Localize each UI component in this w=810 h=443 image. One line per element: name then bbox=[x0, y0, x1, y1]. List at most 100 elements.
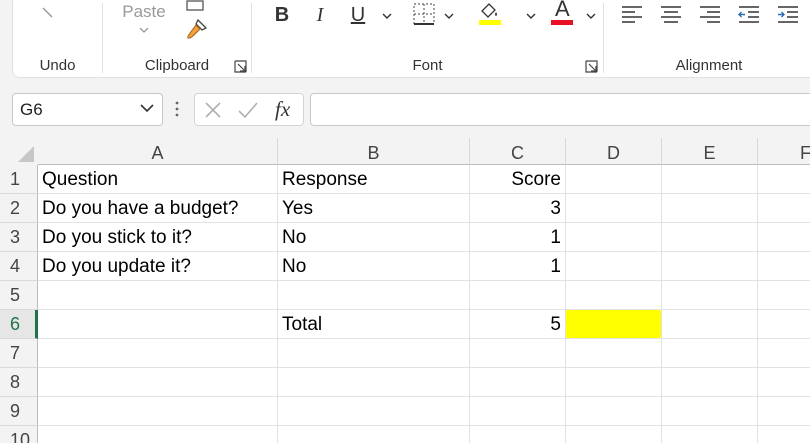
cell-a3[interactable]: Do you stick to it? bbox=[38, 223, 278, 252]
cell-c5[interactable] bbox=[470, 281, 566, 310]
align-left-button[interactable] bbox=[620, 3, 644, 25]
cell-e8[interactable] bbox=[662, 368, 758, 397]
cell-f4[interactable] bbox=[758, 252, 810, 281]
cell-a7[interactable] bbox=[38, 339, 278, 368]
cell-a10[interactable] bbox=[38, 426, 278, 443]
underline-button[interactable]: U bbox=[346, 3, 370, 27]
cell-b2[interactable]: Yes bbox=[278, 194, 470, 223]
cell-e4[interactable] bbox=[662, 252, 758, 281]
cell-e2[interactable] bbox=[662, 194, 758, 223]
cell-d9[interactable] bbox=[566, 397, 662, 426]
row-header-4[interactable]: 4 bbox=[0, 252, 38, 281]
row-header-8[interactable]: 8 bbox=[0, 368, 38, 397]
cell-a4[interactable]: Do you update it? bbox=[38, 252, 278, 281]
enter-check-icon[interactable] bbox=[237, 101, 259, 119]
cell-f3[interactable] bbox=[758, 223, 810, 252]
bold-button[interactable]: B bbox=[270, 3, 294, 27]
cell-d2[interactable] bbox=[566, 194, 662, 223]
undo-button[interactable] bbox=[35, 3, 63, 23]
cell-c10[interactable] bbox=[470, 426, 566, 443]
row-header-2[interactable]: 2 bbox=[0, 194, 38, 223]
cell-d4[interactable] bbox=[566, 252, 662, 281]
cell-f2[interactable] bbox=[758, 194, 810, 223]
cell-e1[interactable] bbox=[662, 165, 758, 194]
cell-a2[interactable]: Do you have a budget? bbox=[38, 194, 278, 223]
fill-color-button[interactable] bbox=[476, 0, 502, 25]
cell-c4[interactable]: 1 bbox=[470, 252, 566, 281]
underline-dropdown[interactable] bbox=[382, 10, 392, 22]
clipboard-dialog-launcher-icon[interactable] bbox=[234, 60, 247, 73]
cell-b9[interactable] bbox=[278, 397, 470, 426]
borders-button[interactable] bbox=[410, 1, 438, 27]
paste-dropdown[interactable] bbox=[137, 23, 151, 37]
cell-f10[interactable] bbox=[758, 426, 810, 443]
cell-c2[interactable]: 3 bbox=[470, 194, 566, 223]
cell-d6[interactable] bbox=[566, 310, 662, 339]
row-header-7[interactable]: 7 bbox=[0, 339, 38, 368]
fill-color-dropdown[interactable] bbox=[526, 10, 536, 22]
cell-a8[interactable] bbox=[38, 368, 278, 397]
column-header-a[interactable]: A bbox=[38, 138, 278, 165]
cell-b6[interactable]: Total bbox=[278, 310, 470, 339]
cell-b1[interactable]: Response bbox=[278, 165, 470, 194]
font-color-button[interactable]: A bbox=[549, 0, 575, 25]
increase-indent-button[interactable] bbox=[776, 3, 800, 25]
insert-function-button[interactable]: fx bbox=[275, 97, 290, 122]
formula-input[interactable] bbox=[310, 93, 810, 126]
cell-e7[interactable] bbox=[662, 339, 758, 368]
cell-c8[interactable] bbox=[470, 368, 566, 397]
cell-f8[interactable] bbox=[758, 368, 810, 397]
cell-f5[interactable] bbox=[758, 281, 810, 310]
cancel-icon[interactable] bbox=[204, 101, 222, 119]
cell-e9[interactable] bbox=[662, 397, 758, 426]
row-header-6[interactable]: 6 bbox=[0, 310, 38, 339]
cell-d1[interactable] bbox=[566, 165, 662, 194]
row-header-10[interactable]: 10 bbox=[0, 426, 38, 443]
cell-f6[interactable] bbox=[758, 310, 810, 339]
cell-e10[interactable] bbox=[662, 426, 758, 443]
cell-d10[interactable] bbox=[566, 426, 662, 443]
paste-button[interactable]: Paste bbox=[119, 1, 169, 23]
cell-a9[interactable] bbox=[38, 397, 278, 426]
cell-d5[interactable] bbox=[566, 281, 662, 310]
cell-b4[interactable]: No bbox=[278, 252, 470, 281]
cell-e6[interactable] bbox=[662, 310, 758, 339]
column-header-c[interactable]: C bbox=[470, 138, 566, 165]
row-header-1[interactable]: 1 bbox=[0, 165, 38, 194]
cell-b8[interactable] bbox=[278, 368, 470, 397]
name-box[interactable]: G6 bbox=[12, 93, 163, 126]
cell-b5[interactable] bbox=[278, 281, 470, 310]
copy-button[interactable] bbox=[183, 0, 207, 13]
cell-c6[interactable]: 5 bbox=[470, 310, 566, 339]
font-color-dropdown[interactable] bbox=[586, 10, 596, 22]
cell-f9[interactable] bbox=[758, 397, 810, 426]
cell-b7[interactable] bbox=[278, 339, 470, 368]
cell-e5[interactable] bbox=[662, 281, 758, 310]
cell-f1[interactable] bbox=[758, 165, 810, 194]
column-header-b[interactable]: B bbox=[278, 138, 470, 165]
cell-b3[interactable]: No bbox=[278, 223, 470, 252]
cell-d8[interactable] bbox=[566, 368, 662, 397]
chevron-down-icon[interactable] bbox=[140, 103, 154, 113]
format-painter-button[interactable] bbox=[185, 17, 209, 41]
cell-c1[interactable]: Score bbox=[470, 165, 566, 194]
cell-c7[interactable] bbox=[470, 339, 566, 368]
cell-b10[interactable] bbox=[278, 426, 470, 443]
align-center-button[interactable] bbox=[659, 3, 683, 25]
align-right-button[interactable] bbox=[698, 3, 722, 25]
cell-f7[interactable] bbox=[758, 339, 810, 368]
row-header-3[interactable]: 3 bbox=[0, 223, 38, 252]
column-header-e[interactable]: E bbox=[662, 138, 758, 165]
cell-e3[interactable] bbox=[662, 223, 758, 252]
column-header-d[interactable]: D bbox=[566, 138, 662, 165]
font-dialog-launcher-icon[interactable] bbox=[585, 60, 598, 73]
borders-dropdown[interactable] bbox=[444, 10, 454, 22]
row-header-5[interactable]: 5 bbox=[0, 281, 38, 310]
select-all-corner[interactable] bbox=[0, 138, 38, 165]
cell-d3[interactable] bbox=[566, 223, 662, 252]
cell-a5[interactable] bbox=[38, 281, 278, 310]
cell-c3[interactable]: 1 bbox=[470, 223, 566, 252]
row-header-9[interactable]: 9 bbox=[0, 397, 38, 426]
cell-d7[interactable] bbox=[566, 339, 662, 368]
more-options-icon[interactable] bbox=[174, 99, 180, 119]
